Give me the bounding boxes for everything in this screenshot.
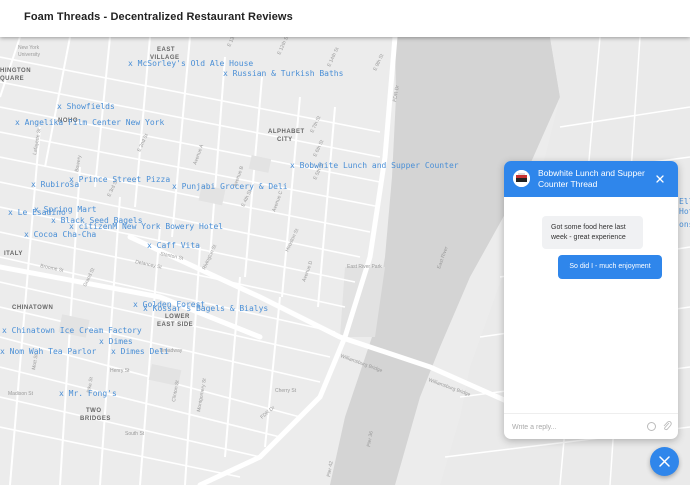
map-marker-partial[interactable]: Ell bbox=[679, 197, 690, 206]
map-marker[interactable]: x Nom Wah Tea Parlor bbox=[0, 347, 96, 356]
neighborhood-label: ALPHABET bbox=[268, 129, 305, 135]
neighborhood-label: EAST SIDE bbox=[157, 322, 193, 328]
map-marker[interactable]: x Prince Street Pizza bbox=[69, 175, 170, 184]
thread-chat-panel: Bobwhite Lunch and Supper Counter Thread… bbox=[504, 161, 678, 439]
close-icon bbox=[659, 456, 670, 467]
incoming-message: Got some food here last week - great exp… bbox=[542, 216, 643, 249]
chat-header: Bobwhite Lunch and Supper Counter Thread bbox=[504, 161, 678, 197]
neighborhood-label: LOWER bbox=[165, 314, 190, 320]
chat-toggle-button[interactable] bbox=[650, 447, 679, 476]
map-marker[interactable]: x Bobwhite Lunch and Supper Counter bbox=[290, 161, 459, 170]
restaurant-avatar bbox=[513, 170, 530, 187]
reply-bar bbox=[504, 413, 678, 439]
poi-label: University bbox=[18, 52, 40, 58]
map-marker-partial[interactable]: ons bbox=[679, 220, 690, 229]
close-icon[interactable] bbox=[652, 171, 668, 187]
map-marker[interactable]: x Angelika Film Center New York bbox=[15, 118, 164, 127]
svg-text:Henry St: Henry St bbox=[110, 368, 130, 374]
reply-input[interactable] bbox=[512, 419, 632, 435]
neighborhood-label: BRIDGES bbox=[80, 416, 111, 422]
neighborhood-label: ITALY bbox=[4, 251, 23, 257]
neighborhood-label: CHINATOWN bbox=[12, 305, 53, 311]
neighborhood-label: CITY bbox=[277, 137, 293, 143]
app-header: Foam Threads - Decentralized Restaurant … bbox=[0, 0, 690, 37]
map-marker[interactable]: x Dimes Deli bbox=[111, 347, 169, 356]
svg-text:East River Park: East River Park bbox=[347, 264, 382, 270]
chat-title: Bobwhite Lunch and Supper Counter Thread bbox=[538, 168, 645, 189]
emoji-icon[interactable] bbox=[647, 422, 656, 431]
svg-text:Cherry St: Cherry St bbox=[275, 388, 297, 394]
page-title: Foam Threads - Decentralized Restaurant … bbox=[24, 11, 293, 23]
map-marker[interactable]: x Dimes bbox=[99, 337, 133, 346]
map-marker[interactable]: x Punjabi Grocery & Deli bbox=[172, 182, 288, 191]
neighborhood-label: TWO bbox=[86, 408, 102, 414]
map-marker[interactable]: x Showfields bbox=[57, 102, 115, 111]
svg-text:South St: South St bbox=[125, 431, 145, 437]
map-marker[interactable]: x Mr. Fong's bbox=[59, 389, 117, 398]
map-marker[interactable]: x Russian & Turkish Baths bbox=[223, 69, 343, 78]
map-marker[interactable]: x Cocoa Cha-Cha bbox=[24, 230, 96, 239]
map-marker-partial[interactable]: Hot bbox=[679, 207, 690, 216]
map-marker[interactable]: x Kossar's Bagels & Bialys bbox=[143, 304, 268, 313]
attachment-icon[interactable] bbox=[662, 420, 672, 432]
outgoing-message: So did I - much enjoyment bbox=[558, 255, 662, 279]
map-marker[interactable]: x Chinatown Ice Cream Factory bbox=[2, 326, 142, 335]
svg-text:Madison St: Madison St bbox=[8, 391, 34, 397]
neighborhood-label: QUARE bbox=[0, 76, 24, 82]
map-marker[interactable]: x McSorley's Old Ale House bbox=[128, 59, 253, 68]
neighborhood-label: EAST bbox=[157, 47, 175, 53]
poi-label: New York bbox=[18, 45, 40, 51]
neighborhood-label: HINGTON bbox=[0, 68, 31, 74]
map-marker[interactable]: x Caff Vita bbox=[147, 241, 200, 250]
